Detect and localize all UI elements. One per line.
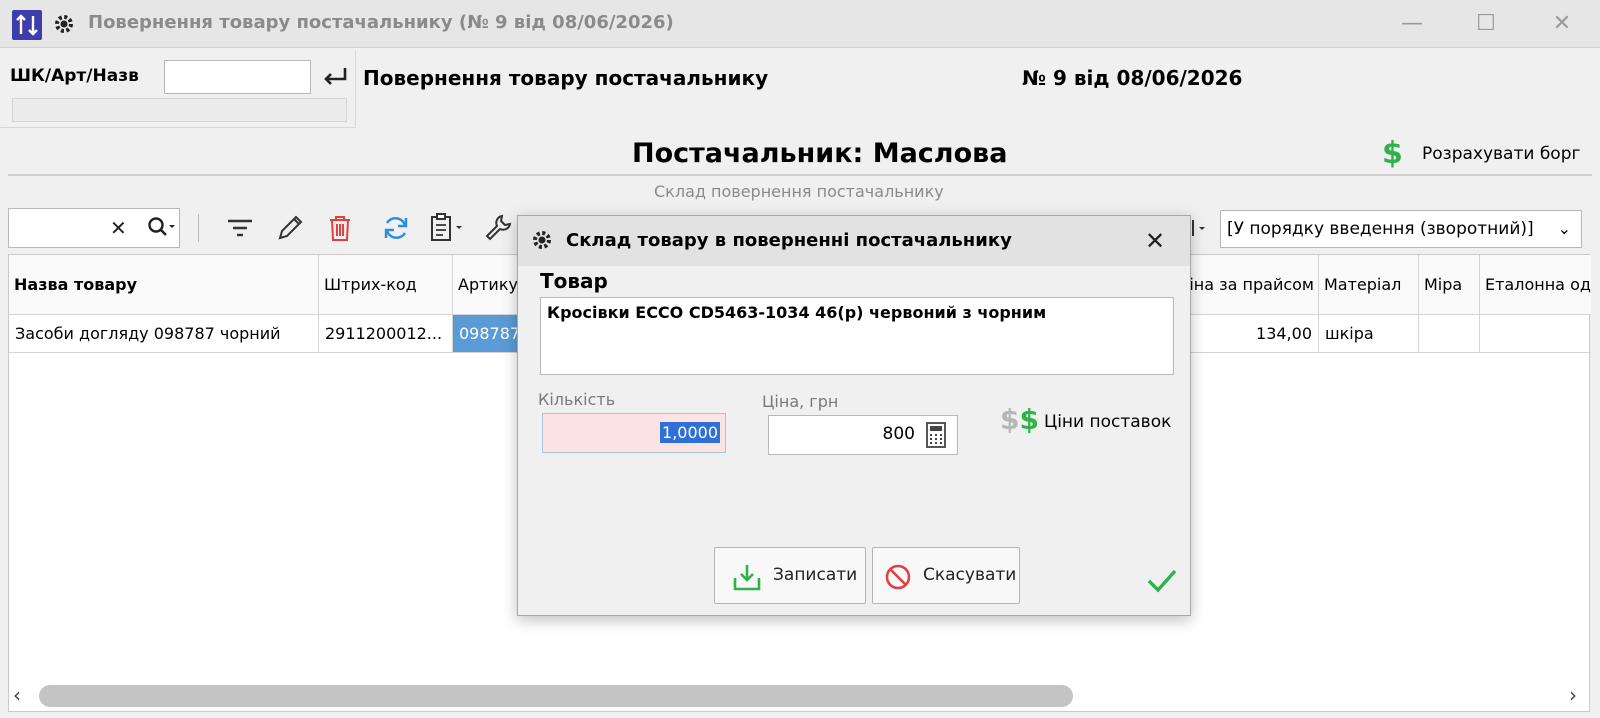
- app-icon: [12, 10, 42, 40]
- product-label: Товар: [540, 269, 608, 293]
- clipboard-icon[interactable]: [428, 212, 468, 244]
- cancel-icon: [883, 562, 913, 592]
- minimize-button[interactable]: —: [1394, 8, 1430, 40]
- search-icon[interactable]: [144, 212, 178, 242]
- quantity-value: 1,0000: [660, 422, 720, 443]
- gear-icon[interactable]: [52, 12, 76, 36]
- calculator-icon[interactable]: [925, 422, 947, 448]
- dollar-icon: $: [1382, 136, 1403, 171]
- column-header-material[interactable]: Матеріал: [1319, 255, 1419, 315]
- quantity-label: Кількість: [538, 390, 616, 409]
- price-label: Ціна, грн: [762, 392, 839, 411]
- column-header-barcode[interactable]: Штрих-код: [319, 255, 453, 315]
- divider: [8, 174, 1592, 176]
- calc-debt-button[interactable]: Розрахувати борг: [1422, 144, 1580, 164]
- cancel-label: Скасувати: [923, 565, 1017, 585]
- goods-dialog: Склад товару в поверненні постачальнику …: [517, 215, 1191, 616]
- table-cell-material[interactable]: шкіра: [1319, 315, 1419, 353]
- supply-prices-icon: $$: [1000, 403, 1039, 436]
- save-label: Записати: [773, 565, 858, 585]
- column-header-measure[interactable]: Міра: [1419, 255, 1480, 315]
- maximize-button[interactable]: ☐: [1468, 8, 1504, 40]
- price-value: 800: [882, 424, 915, 444]
- close-window-button[interactable]: ✕: [1544, 8, 1580, 40]
- sort-order-value: [У порядку введення (зворотний)]: [1227, 219, 1534, 239]
- column-header-name[interactable]: Назва товару: [9, 255, 319, 315]
- dialog-title: Склад товару в поверненні постачальнику: [566, 230, 1012, 251]
- dialog-gear-icon: [530, 228, 554, 252]
- delete-icon[interactable]: [324, 212, 356, 244]
- table-cell-price[interactable]: 134,00: [1189, 315, 1319, 353]
- sort-order-select[interactable]: [У порядку введення (зворотний)] ⌄: [1220, 210, 1582, 248]
- column-header-price[interactable]: Ціна за прайсом: [1189, 255, 1319, 315]
- table-cell-unit[interactable]: [1480, 315, 1591, 353]
- scroll-right-icon[interactable]: ›: [1569, 683, 1589, 707]
- table-cell-name[interactable]: Засоби догляду 098787 чорний: [9, 315, 319, 353]
- checkmark-icon: [1146, 566, 1178, 594]
- chevron-down-icon: ⌄: [1557, 219, 1571, 238]
- doc-title: Повернення товару постачальнику: [363, 66, 769, 90]
- section-caption: Склад повернення постачальнику: [654, 182, 944, 201]
- cancel-button[interactable]: Скасувати: [872, 547, 1020, 604]
- barcode-search-input[interactable]: [164, 60, 311, 94]
- edit-icon[interactable]: [274, 212, 306, 244]
- clear-icon[interactable]: ✕: [110, 216, 127, 240]
- save-button[interactable]: Записати: [714, 547, 866, 604]
- table-cell-barcode[interactable]: 2911200012...: [319, 315, 453, 353]
- horizontal-scrollbar[interactable]: [39, 685, 1073, 707]
- quantity-input[interactable]: 1,0000: [542, 413, 726, 453]
- doc-number: № 9 від 08/06/2026: [1022, 66, 1243, 90]
- column-header-unit[interactable]: Еталонна од.: [1480, 255, 1591, 315]
- price-input[interactable]: 800: [768, 415, 958, 455]
- product-field[interactable]: Кросівки ECCO CD5463-1034 46(р) червоний…: [540, 297, 1174, 375]
- search-label: ШК/Арт/Назв: [10, 66, 139, 86]
- supplier-title: Постачальник: Маслова: [632, 138, 1008, 169]
- scroll-left-icon[interactable]: ‹: [13, 683, 33, 707]
- wrench-icon[interactable]: [482, 212, 514, 244]
- filter-icon[interactable]: [224, 212, 256, 244]
- enter-icon[interactable]: [320, 62, 350, 92]
- dialog-close-icon[interactable]: ✕: [1140, 226, 1170, 256]
- refresh-icon[interactable]: [380, 212, 412, 244]
- window-title: Повернення товару постачальнику (№ 9 від…: [88, 12, 674, 33]
- toolbar-separator: [198, 214, 199, 242]
- supply-prices-button[interactable]: Ціни поставок: [1044, 412, 1171, 432]
- table-cell-measure[interactable]: [1419, 315, 1480, 353]
- search-hint-bar: [12, 98, 347, 122]
- download-icon: [731, 562, 763, 592]
